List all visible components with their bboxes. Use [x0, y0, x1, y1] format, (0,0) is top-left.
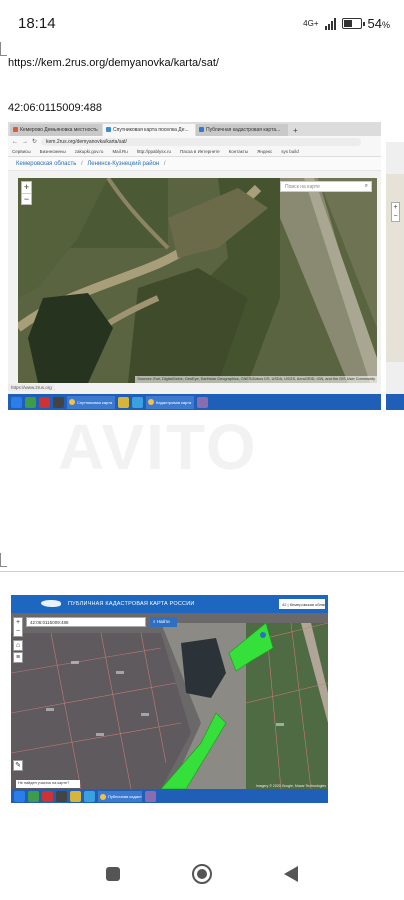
- forward-icon[interactable]: →: [22, 139, 28, 145]
- cadastral-imagery: [11, 613, 328, 789]
- address-bar: ← → ↻ kem.2rus.org/demyanovka/karta/sat/: [8, 136, 381, 147]
- app-icon[interactable]: [56, 790, 67, 802]
- region-select[interactable]: 42 | Кемеровская область: [279, 599, 325, 609]
- start-icon[interactable]: [11, 396, 22, 408]
- zoom-in-button[interactable]: +: [22, 182, 31, 193]
- pkk-header: ПУБЛИЧНАЯ КАДАСТРОВАЯ КАРТА РОССИИ 42 | …: [11, 595, 328, 613]
- selection-corner-mark: [0, 42, 7, 56]
- status-icons: 4G+ 54%: [303, 16, 390, 31]
- layers-icon[interactable]: ≡: [13, 652, 23, 663]
- breadcrumb-separator: /: [81, 161, 83, 167]
- map-search-input[interactable]: Поиск на карте ⌕: [280, 181, 372, 192]
- recents-icon: [106, 867, 120, 881]
- bookmark-item[interactable]: http://ppablysx.ru: [137, 149, 171, 154]
- cadastral-map-screenshot[interactable]: ПУБЛИЧНАЯ КАДАСТРОВАЯ КАРТА РОССИИ 42 | …: [11, 595, 328, 803]
- app-icon[interactable]: [25, 396, 36, 408]
- reload-icon[interactable]: ↻: [32, 138, 37, 145]
- home-circle-icon: [192, 864, 212, 884]
- home-icon[interactable]: ⌂: [13, 640, 23, 651]
- message-cadastral-number: 42:06:0115009:488: [8, 102, 102, 114]
- status-time: 18:14: [18, 15, 56, 32]
- navigation-bar: [0, 848, 404, 900]
- bookmark-item[interactable]: Яндекс: [257, 149, 272, 154]
- breadcrumb-separator: /: [163, 161, 166, 167]
- breadcrumb-region[interactable]: Кемеровская область: [16, 161, 76, 167]
- start-icon[interactable]: [14, 790, 25, 802]
- find-button[interactable]: ⌕ Найти: [150, 617, 177, 627]
- home-button[interactable]: [190, 862, 214, 886]
- browser-tab-1[interactable]: Кемерово Демьяновка местность: [10, 124, 102, 136]
- zoom-out-button[interactable]: −: [22, 193, 31, 204]
- back-button[interactable]: [279, 862, 303, 886]
- divider: [0, 571, 404, 572]
- browser-screenshot-satellite[interactable]: Кемерово Демьяновка местность Спутникова…: [8, 122, 381, 410]
- bookmark-item[interactable]: Контакты: [229, 149, 248, 154]
- bookmark-item[interactable]: Сервисы: [12, 149, 31, 154]
- peek-taskbar: [386, 394, 404, 410]
- zoom-control: + −: [21, 181, 32, 205]
- status-bar: 18:14 4G+ 54%: [0, 0, 404, 48]
- bookmark-item[interactable]: Бизнесмены: [40, 149, 66, 154]
- key-icon[interactable]: [145, 790, 156, 802]
- windows-taskbar: Публичная кадастровая: [11, 789, 328, 803]
- search-icon[interactable]: ⌕: [365, 183, 368, 190]
- bookmarks-bar: Сервисы Бизнесмены zakupki.gov.ru Mail.R…: [8, 147, 381, 157]
- watermark: AVITO: [58, 411, 258, 483]
- windows-taskbar: Спутниковая карта Кадастровая карта: [8, 394, 381, 410]
- status-url: https://www.2rus.org: [8, 384, 55, 391]
- taskbar-window[interactable]: Кадастровая карта: [146, 395, 194, 409]
- pkk-title: ПУБЛИЧНАЯ КАДАСТРОВАЯ КАРТА РОССИИ: [68, 601, 195, 607]
- browser-tab-2[interactable]: Спутниковая карта поселка Де...: [103, 124, 195, 136]
- app-icon[interactable]: [118, 396, 129, 408]
- network-type: 4G+: [303, 18, 319, 28]
- zoom-control[interactable]: + −: [13, 617, 23, 637]
- new-tab-button[interactable]: +: [289, 126, 302, 136]
- browser-tabs: Кемерово Демьяновка местность Спутникова…: [8, 122, 381, 136]
- bookmark-item[interactable]: Mail.Ru: [112, 149, 127, 154]
- back-triangle-icon: [284, 866, 298, 882]
- key-icon[interactable]: [197, 396, 208, 408]
- app-icon[interactable]: [53, 396, 64, 408]
- search-icon: ⌕: [153, 619, 156, 624]
- find-button-label: Найти: [156, 619, 170, 624]
- map-search-placeholder: Поиск на карте: [285, 184, 320, 190]
- not-found-hint[interactable]: Не найден участок на карте?: [16, 780, 80, 788]
- browser-tab-3[interactable]: Публичная кадастровая карта...: [196, 124, 288, 136]
- map-attribution: Imagery © 2020 Google, Maxar Technologie…: [255, 784, 326, 788]
- satellite-imagery: [18, 178, 377, 383]
- message-url[interactable]: https://kem.2rus.org/demyanovka/karta/sa…: [8, 57, 219, 69]
- breadcrumb: Кемеровская область / Ленинск-Кузнецкий …: [8, 157, 381, 171]
- app-icon[interactable]: [39, 396, 50, 408]
- back-icon[interactable]: ←: [12, 139, 18, 145]
- app-icon[interactable]: [28, 790, 39, 802]
- bookmark-item[interactable]: sys build: [281, 149, 299, 154]
- cadastral-map[interactable]: 42:06:0115009:488 ⌕ Найти + − ⌂ ≡ ✎ Не на…: [11, 613, 328, 789]
- rosreestr-logo: [41, 600, 61, 607]
- peek-zoom-icon: + −: [391, 202, 400, 222]
- battery-icon: [341, 18, 365, 29]
- battery-percent: 54%: [367, 16, 390, 31]
- app-icon[interactable]: [70, 790, 81, 802]
- cadastral-search-input[interactable]: 42:06:0115009:488: [26, 617, 146, 627]
- map-attribution: Sources: Esri, DigitalGlobe, GeoEye, Ear…: [135, 376, 377, 383]
- next-screenshot-peek: + −: [386, 142, 404, 410]
- ie-icon[interactable]: [132, 396, 143, 408]
- selection-corner-mark: [0, 553, 7, 567]
- recents-button[interactable]: [101, 862, 125, 886]
- page: 18:14 4G+ 54% https://kem.2rus.org/demya…: [0, 0, 404, 900]
- app-icon[interactable]: [42, 790, 53, 802]
- signal-icon: [324, 17, 336, 30]
- taskbar-window[interactable]: Спутниковая карта: [67, 395, 115, 409]
- satellite-map[interactable]: + − Поиск на карте ⌕ Sources: Esri, Digi…: [18, 178, 377, 383]
- bookmark-item[interactable]: Пасха в Интернете: [180, 149, 220, 154]
- ie-icon[interactable]: [84, 790, 95, 802]
- breadcrumb-district[interactable]: Ленинск-Кузнецкий район: [87, 161, 159, 167]
- taskbar-window[interactable]: Публичная кадастровая: [98, 790, 142, 802]
- url-field[interactable]: kem.2rus.org/demyanovka/karta/sat/: [41, 137, 361, 146]
- edit-icon[interactable]: ✎: [13, 760, 23, 771]
- bookmark-item[interactable]: zakupki.gov.ru: [75, 149, 104, 154]
